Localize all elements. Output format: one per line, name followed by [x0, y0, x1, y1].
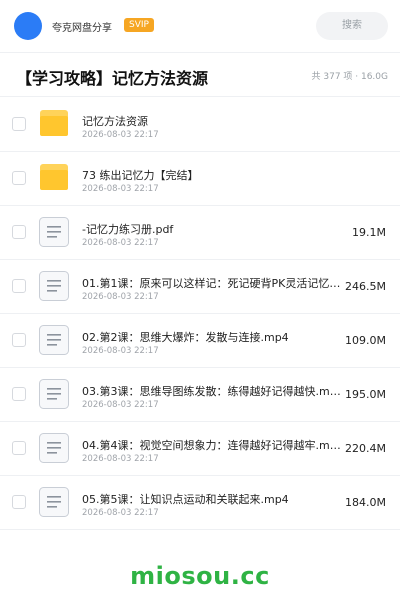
file-row[interactable]: 02.第2课：思维大爆炸：发散与连接.mp4 2026-08-03 22:17 …	[0, 314, 400, 368]
avatar[interactable]	[14, 12, 42, 40]
watermark: miosou.cc	[130, 562, 270, 590]
document-icon	[39, 433, 69, 463]
select-checkbox[interactable]	[12, 117, 26, 131]
file-row[interactable]: 04.第4课：视觉空间想象力：连得越好记得越牢.m… 2026-08-03 22…	[0, 422, 400, 476]
file-row[interactable]: 记忆方法资源 2026-08-03 22:17	[0, 98, 400, 152]
select-checkbox[interactable]	[12, 279, 26, 293]
divider	[0, 96, 400, 97]
search-input[interactable]: 搜索	[316, 12, 388, 40]
file-date: 2026-08-03 22:17	[82, 454, 159, 464]
file-size: 109.0M	[345, 334, 386, 347]
file-date: 2026-08-03 22:17	[82, 238, 159, 248]
top-bar: 夸克网盘分享 SVIP 搜索	[0, 0, 400, 52]
select-checkbox[interactable]	[12, 171, 26, 185]
file-name[interactable]: 02.第2课：思维大爆炸：发散与连接.mp4	[82, 329, 342, 345]
document-icon	[39, 487, 69, 517]
file-row[interactable]: 03.第3课：思维导图练发散：练得越好记得越快.m… 2026-08-03 22…	[0, 368, 400, 422]
file-size: 246.5M	[345, 280, 386, 293]
folder-icon	[40, 110, 68, 136]
select-checkbox[interactable]	[12, 225, 26, 239]
folder-meta: 共 377 项 · 16.0G	[311, 72, 389, 82]
page-title: 【学习攻略】记忆方法资源	[16, 69, 209, 88]
file-date: 2026-08-03 22:17	[82, 400, 159, 410]
svip-badge: SVIP	[124, 18, 154, 32]
document-icon	[39, 271, 69, 301]
file-name[interactable]: 04.第4课：视觉空间想象力：连得越好记得越牢.m…	[82, 437, 342, 453]
file-date: 2026-08-03 22:17	[82, 508, 159, 518]
document-icon	[39, 217, 69, 247]
file-row[interactable]: 05.第5课：让知识点运动和关联起来.mp4 2026-08-03 22:17 …	[0, 476, 400, 530]
folder-icon	[40, 164, 68, 190]
file-row[interactable]: 73 练出记忆力【完结】 2026-08-03 22:17	[0, 152, 400, 206]
file-name[interactable]: 记忆方法资源	[82, 113, 342, 129]
file-date: 2026-08-03 22:17	[82, 130, 159, 140]
folder-header: 【学习攻略】记忆方法资源 共 377 项 · 16.0G	[0, 52, 400, 98]
file-name[interactable]: 73 练出记忆力【完结】	[82, 167, 342, 183]
select-checkbox[interactable]	[12, 441, 26, 455]
file-date: 2026-08-03 22:17	[82, 292, 159, 302]
file-name[interactable]: -记忆力练习册.pdf	[82, 221, 342, 237]
file-date: 2026-08-03 22:17	[82, 346, 159, 356]
file-size: 195.0M	[345, 388, 386, 401]
file-row[interactable]: -记忆力练习册.pdf 2026-08-03 22:17 19.1M	[0, 206, 400, 260]
file-size: 184.0M	[345, 496, 386, 509]
file-row[interactable]: 01.第1课：原来可以这样记：死记硬背PK灵活记忆… 2026-08-03 22…	[0, 260, 400, 314]
file-date: 2026-08-03 22:17	[82, 184, 159, 194]
select-checkbox[interactable]	[12, 387, 26, 401]
select-checkbox[interactable]	[12, 333, 26, 347]
file-name[interactable]: 03.第3课：思维导图练发散：练得越好记得越快.m…	[82, 383, 342, 399]
document-icon	[39, 379, 69, 409]
file-size: 220.4M	[345, 442, 386, 455]
document-icon	[39, 325, 69, 355]
select-checkbox[interactable]	[12, 495, 26, 509]
file-name[interactable]: 01.第1课：原来可以这样记：死记硬背PK灵活记忆…	[82, 275, 342, 291]
share-source-label: 夸克网盘分享	[52, 23, 112, 34]
file-size: 19.1M	[352, 226, 386, 239]
file-name[interactable]: 05.第5课：让知识点运动和关联起来.mp4	[82, 491, 342, 507]
